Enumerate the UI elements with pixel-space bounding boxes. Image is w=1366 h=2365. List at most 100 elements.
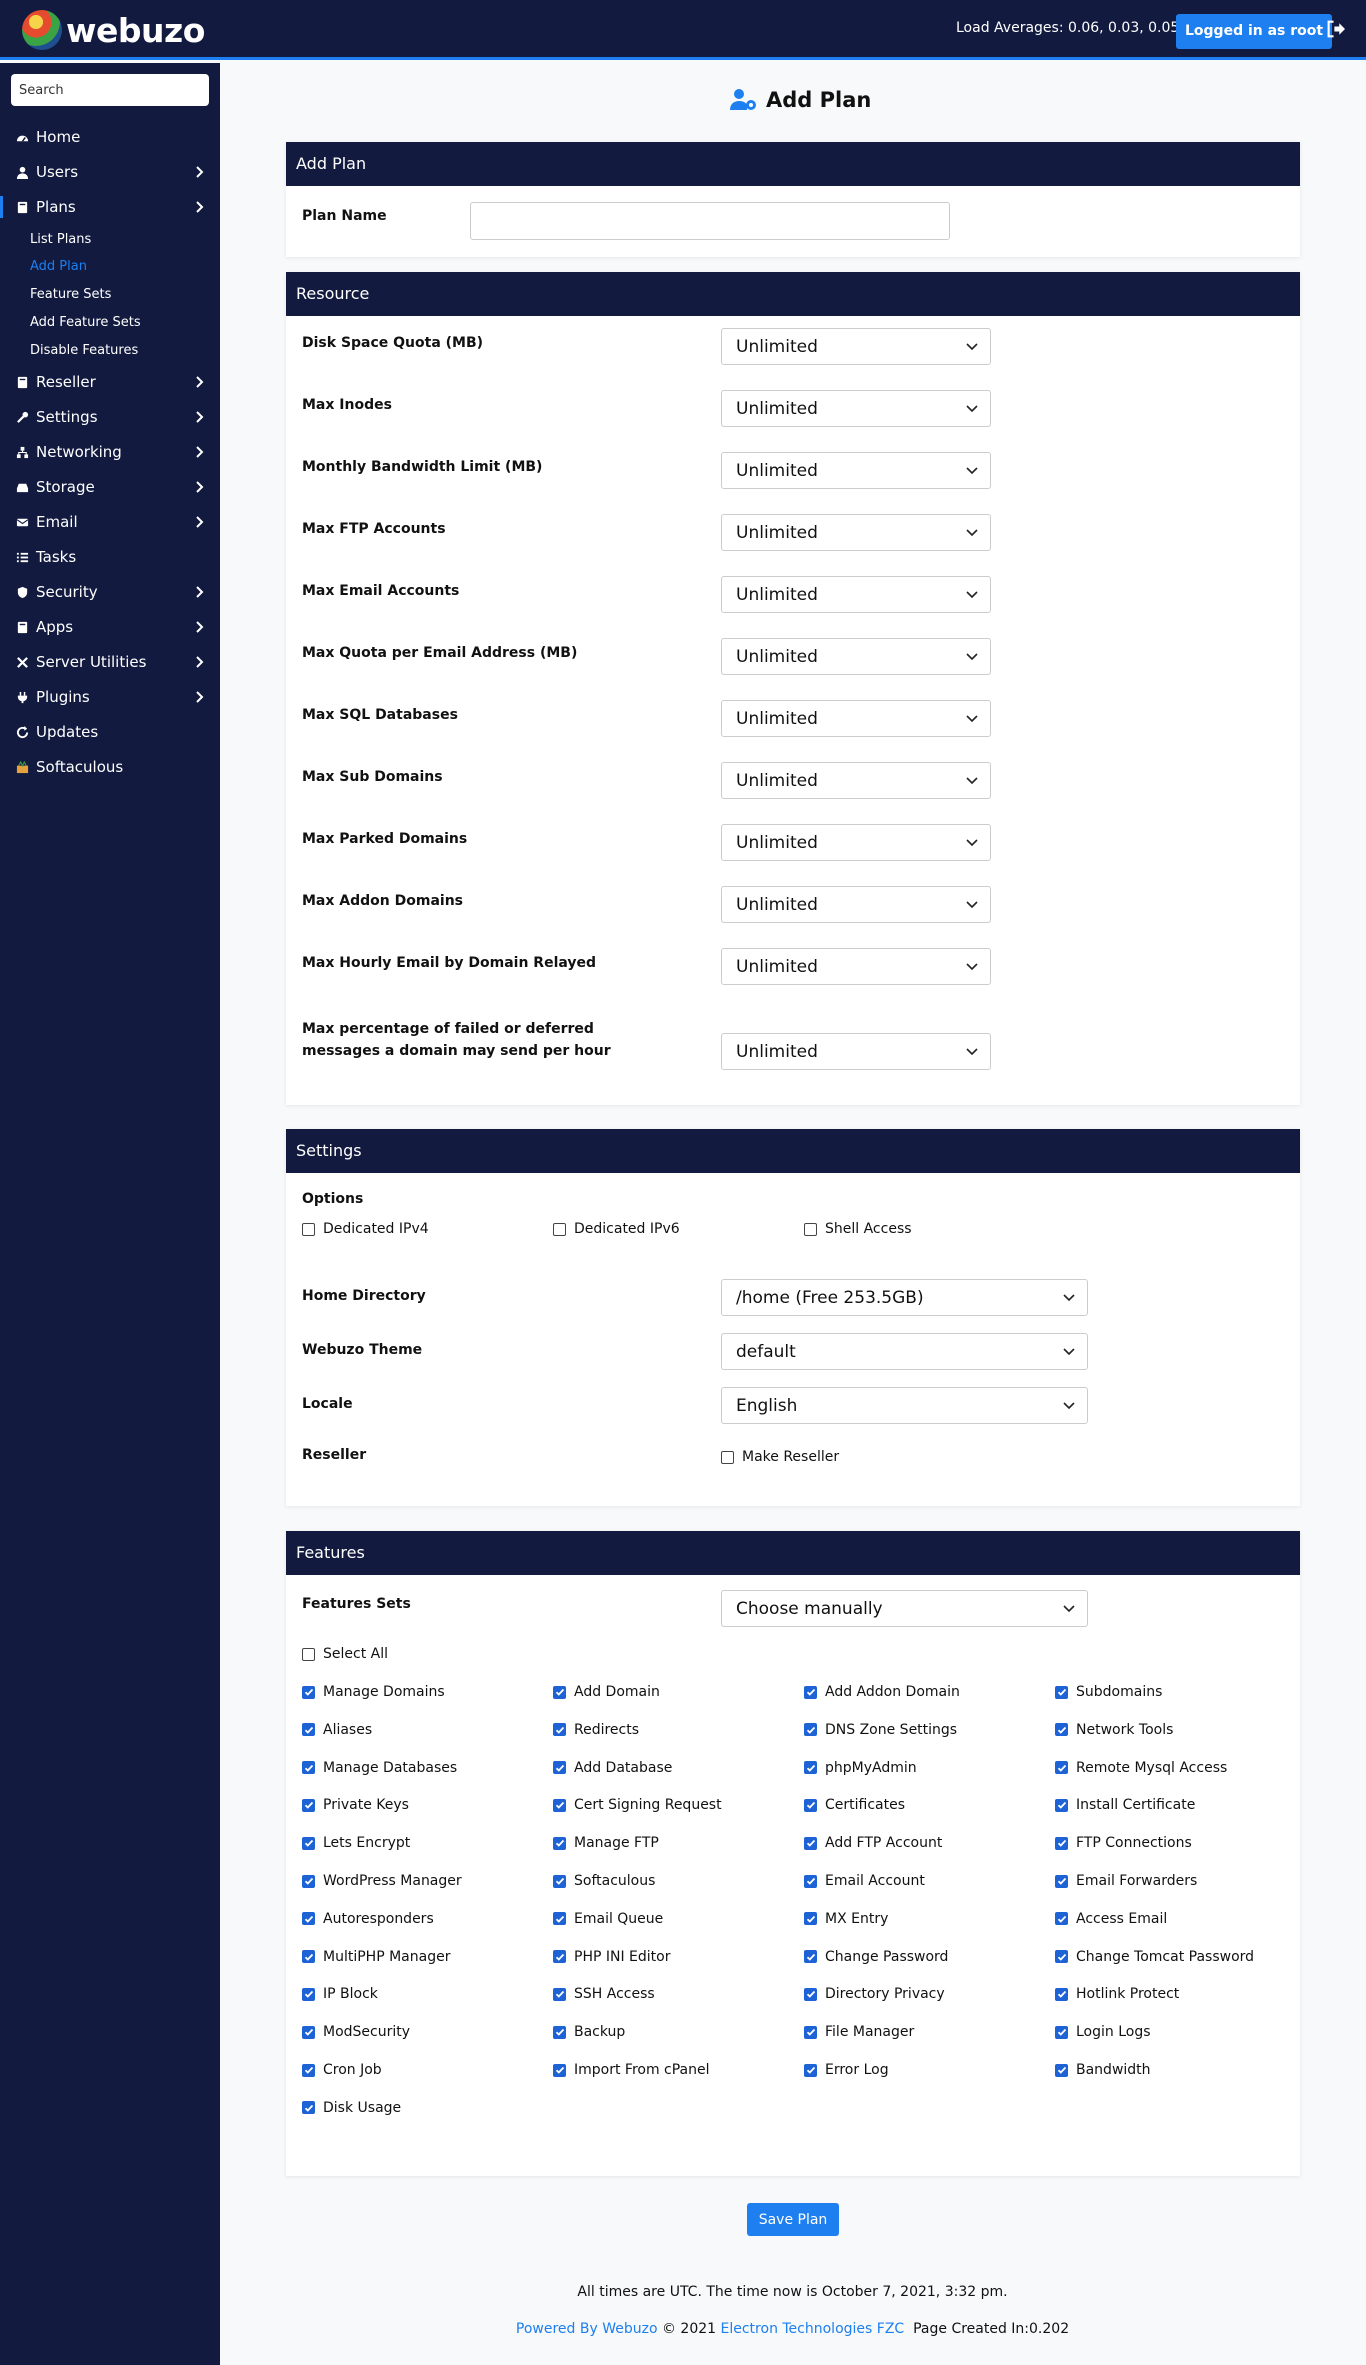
checkbox-checked-icon[interactable] bbox=[1055, 2063, 1068, 2077]
checkbox-checked-icon[interactable] bbox=[553, 1723, 566, 1737]
sidebar-search-input[interactable] bbox=[11, 74, 209, 106]
checkbox-checked-icon[interactable] bbox=[302, 1987, 315, 2001]
checkbox-checked-icon[interactable] bbox=[553, 1987, 566, 2001]
webuzo-logo[interactable]: webuzo bbox=[22, 9, 205, 51]
checkbox-checked-icon[interactable] bbox=[1055, 1761, 1068, 1775]
feature-checkbox[interactable]: Remote Mysql Access bbox=[1055, 1760, 1227, 1776]
sidebar-item-email[interactable]: Email bbox=[0, 507, 220, 537]
sidebar-item-plans[interactable]: Plans bbox=[0, 192, 220, 222]
feature-checkbox[interactable]: Change Tomcat Password bbox=[1055, 1949, 1254, 1965]
sidebar-item-apps[interactable]: Apps bbox=[0, 612, 220, 642]
feature-checkbox[interactable]: Directory Privacy bbox=[804, 1986, 945, 2002]
checkbox-box[interactable] bbox=[804, 1222, 817, 1236]
feature-checkbox[interactable]: Login Logs bbox=[1055, 2024, 1151, 2040]
feature-checkbox[interactable]: Change Password bbox=[804, 1949, 948, 1965]
sidebar-item-plugins[interactable]: Plugins bbox=[0, 682, 220, 712]
logged-in-button[interactable]: Logged in as root bbox=[1176, 14, 1333, 49]
sidebar-item-reseller[interactable]: Reseller bbox=[0, 367, 220, 397]
checkbox-checked-icon[interactable] bbox=[804, 2025, 817, 2039]
resource-limit-select[interactable]: Unlimited bbox=[721, 514, 991, 551]
make-reseller-checkbox[interactable]: Make Reseller bbox=[721, 1449, 839, 1465]
checkbox-checked-icon[interactable] bbox=[553, 2063, 566, 2077]
feature-checkbox[interactable]: Add Database bbox=[553, 1760, 672, 1776]
checkbox-checked-icon[interactable] bbox=[302, 1798, 315, 1812]
sidebar-item-security[interactable]: Security bbox=[0, 577, 220, 607]
option-dedicated-ipv4-checkbox[interactable]: Dedicated IPv4 bbox=[302, 1221, 429, 1237]
checkbox-checked-icon[interactable] bbox=[553, 1950, 566, 1964]
resource-limit-select[interactable]: Unlimited bbox=[721, 1033, 991, 1070]
feature-checkbox[interactable]: Softaculous bbox=[553, 1873, 655, 1889]
feature-checkbox[interactable]: ModSecurity bbox=[302, 2024, 410, 2040]
checkbox-checked-icon[interactable] bbox=[1055, 1836, 1068, 1850]
sidebar-item-home[interactable]: Home bbox=[0, 122, 220, 152]
checkbox-checked-icon[interactable] bbox=[1055, 1950, 1068, 1964]
checkbox-checked-icon[interactable] bbox=[553, 1874, 566, 1888]
sidebar-subitem-feature-sets[interactable]: Feature Sets bbox=[30, 287, 111, 302]
checkbox-checked-icon[interactable] bbox=[302, 1723, 315, 1737]
sidebar-item-server-utilities[interactable]: Server Utilities bbox=[0, 647, 220, 677]
feature-checkbox[interactable]: Error Log bbox=[804, 2062, 889, 2078]
feature-checkbox[interactable]: SSH Access bbox=[553, 1986, 655, 2002]
feature-checkbox[interactable]: Add Addon Domain bbox=[804, 1684, 960, 1700]
option-shell-access-checkbox[interactable]: Shell Access bbox=[804, 1221, 912, 1237]
checkbox-checked-icon[interactable] bbox=[804, 1987, 817, 2001]
checkbox-checked-icon[interactable] bbox=[302, 1874, 315, 1888]
locale-select[interactable]: English bbox=[721, 1387, 1088, 1424]
checkbox-checked-icon[interactable] bbox=[804, 1950, 817, 1964]
checkbox-checked-icon[interactable] bbox=[1055, 1987, 1068, 2001]
sidebar-subitem-list-plans[interactable]: List Plans bbox=[30, 232, 91, 247]
checkbox-checked-icon[interactable] bbox=[553, 1912, 566, 1926]
feature-checkbox[interactable]: Subdomains bbox=[1055, 1684, 1162, 1700]
checkbox-checked-icon[interactable] bbox=[553, 1685, 566, 1699]
checkbox-checked-icon[interactable] bbox=[804, 1761, 817, 1775]
resource-limit-select[interactable]: Unlimited bbox=[721, 824, 991, 861]
checkbox-checked-icon[interactable] bbox=[553, 1761, 566, 1775]
checkbox-checked-icon[interactable] bbox=[804, 1912, 817, 1926]
feature-checkbox[interactable]: Redirects bbox=[553, 1722, 639, 1738]
checkbox-checked-icon[interactable] bbox=[804, 1836, 817, 1850]
sidebar-subitem-add-plan[interactable]: Add Plan bbox=[30, 259, 87, 274]
checkbox-checked-icon[interactable] bbox=[302, 1761, 315, 1775]
resource-limit-select[interactable]: Unlimited bbox=[721, 452, 991, 489]
feature-checkbox[interactable]: DNS Zone Settings bbox=[804, 1722, 957, 1738]
sidebar-item-settings[interactable]: Settings bbox=[0, 402, 220, 432]
feature-checkbox[interactable]: Backup bbox=[553, 2024, 625, 2040]
checkbox-checked-icon[interactable] bbox=[302, 1836, 315, 1850]
checkbox-box[interactable] bbox=[302, 1222, 315, 1236]
feature-checkbox[interactable]: Import From cPanel bbox=[553, 2062, 710, 2078]
resource-limit-select[interactable]: Unlimited bbox=[721, 390, 991, 427]
checkbox-checked-icon[interactable] bbox=[302, 2025, 315, 2039]
checkbox-checked-icon[interactable] bbox=[553, 1798, 566, 1812]
feature-checkbox[interactable]: phpMyAdmin bbox=[804, 1760, 917, 1776]
feature-checkbox[interactable]: WordPress Manager bbox=[302, 1873, 462, 1889]
checkbox-checked-icon[interactable] bbox=[302, 2101, 315, 2115]
sidebar-subitem-disable-features[interactable]: Disable Features bbox=[30, 343, 138, 358]
powered-by-link[interactable]: Powered By Webuzo bbox=[516, 2321, 658, 2337]
home-directory-select[interactable]: /home (Free 253.5GB) bbox=[721, 1279, 1088, 1316]
feature-checkbox[interactable]: MultiPHP Manager bbox=[302, 1949, 450, 1965]
sidebar-subitem-add-feature-sets[interactable]: Add Feature Sets bbox=[30, 315, 141, 330]
feature-checkbox[interactable]: Autoresponders bbox=[302, 1911, 434, 1927]
feature-checkbox[interactable]: Manage Domains bbox=[302, 1684, 445, 1700]
feature-checkbox[interactable]: Bandwidth bbox=[1055, 2062, 1151, 2078]
feature-checkbox[interactable]: FTP Connections bbox=[1055, 1835, 1192, 1851]
resource-limit-select[interactable]: Unlimited bbox=[721, 328, 991, 365]
feature-checkbox[interactable]: Lets Encrypt bbox=[302, 1835, 410, 1851]
feature-checkbox[interactable]: MX Entry bbox=[804, 1911, 888, 1927]
checkbox-checked-icon[interactable] bbox=[553, 1836, 566, 1850]
resource-limit-select[interactable]: Unlimited bbox=[721, 700, 991, 737]
webuzo-theme-select[interactable]: default bbox=[721, 1333, 1088, 1370]
checkbox-checked-icon[interactable] bbox=[1055, 1723, 1068, 1737]
sidebar-item-updates[interactable]: Updates bbox=[0, 717, 220, 747]
checkbox-checked-icon[interactable] bbox=[804, 2063, 817, 2077]
feature-checkbox[interactable]: Add FTP Account bbox=[804, 1835, 942, 1851]
feature-checkbox[interactable]: Add Domain bbox=[553, 1684, 660, 1700]
checkbox-checked-icon[interactable] bbox=[1055, 2025, 1068, 2039]
option-dedicated-ipv6-checkbox[interactable]: Dedicated IPv6 bbox=[553, 1221, 680, 1237]
feature-checkbox[interactable]: Hotlink Protect bbox=[1055, 1986, 1179, 2002]
feature-checkbox[interactable]: Certificates bbox=[804, 1797, 905, 1813]
resource-limit-select[interactable]: Unlimited bbox=[721, 576, 991, 613]
checkbox-checked-icon[interactable] bbox=[553, 2025, 566, 2039]
feature-checkbox[interactable]: Manage FTP bbox=[553, 1835, 659, 1851]
checkbox-checked-icon[interactable] bbox=[302, 2063, 315, 2077]
